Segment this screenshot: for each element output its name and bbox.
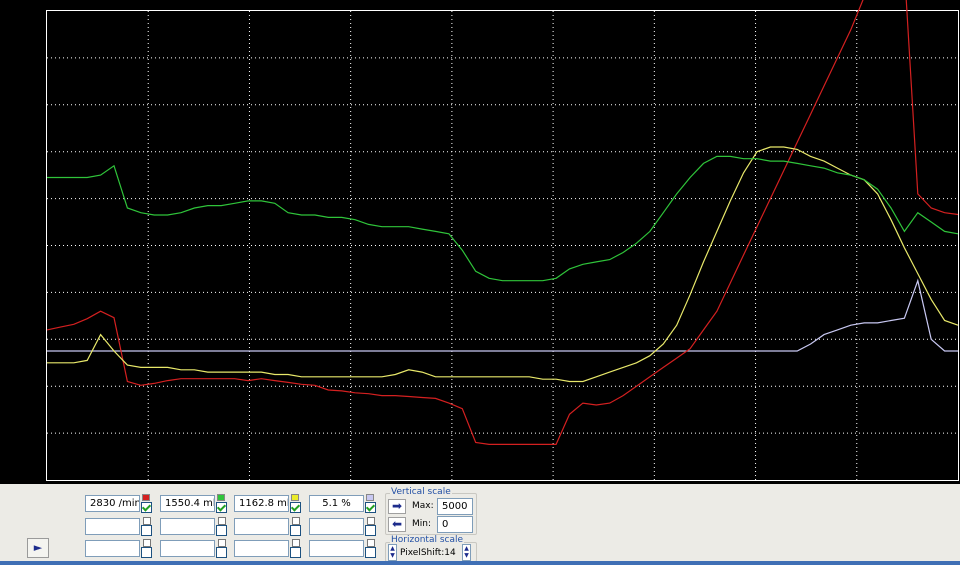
pixelshift-up-icon[interactable]: ▲ ▼ xyxy=(462,544,471,561)
channel-slot-11[interactable] xyxy=(234,540,289,557)
scale-min-arrow-button[interactable]: ⬅ xyxy=(388,517,406,532)
channel-slot-11-color xyxy=(292,539,300,547)
channel-slot-7-color xyxy=(292,517,300,525)
channel-slot-6-color xyxy=(218,517,226,525)
channel-slot-8-checkbox[interactable] xyxy=(365,525,376,536)
channel-green-value: 1550.4 mbar xyxy=(160,495,215,512)
channel-slot-10-checkbox[interactable] xyxy=(216,547,227,558)
axis-label-percent-max: 150 % xyxy=(16,31,42,40)
channel-yellow-color xyxy=(291,494,299,501)
channel-green-color xyxy=(217,494,225,501)
recorder-window: 5000 /min 2500 mbar 2500 mbar 150 % -50 … xyxy=(0,0,960,565)
axis-label-green-min: 500 mbar xyxy=(3,472,42,481)
scale-max-label: Max: xyxy=(412,501,434,511)
channel-speed-value: 2830 /min xyxy=(85,495,140,512)
channel-slot-12[interactable] xyxy=(309,540,364,557)
channel-speed-checkbox[interactable] xyxy=(141,502,152,513)
channel-slot-8[interactable] xyxy=(309,518,364,535)
channel-slot-9-checkbox[interactable] xyxy=(141,547,152,558)
channel-slot-9[interactable] xyxy=(85,540,140,557)
channel-slot-6-checkbox[interactable] xyxy=(216,525,227,536)
scale-min-input[interactable]: 0 xyxy=(437,516,473,533)
channel-percent-color xyxy=(366,494,374,501)
channel-slot-5[interactable] xyxy=(85,518,140,535)
channel-speed-color xyxy=(142,494,150,501)
channel-slot-7[interactable] xyxy=(234,518,289,535)
scale-min-label: Min: xyxy=(412,519,432,529)
channel-percent-value: 5.1 % xyxy=(309,495,364,512)
vertical-scale-title: Vertical scale xyxy=(390,487,452,497)
channel-slot-12-checkbox[interactable] xyxy=(365,547,376,558)
channel-slot-12-color xyxy=(367,539,375,547)
channel-slot-8-color xyxy=(367,517,375,525)
channel-green-checkbox[interactable] xyxy=(216,502,227,513)
play-button[interactable]: ► xyxy=(27,538,49,558)
horizontal-scale-title: Horizontal scale xyxy=(390,535,465,545)
channel-slot-11-checkbox[interactable] xyxy=(290,547,301,558)
control-panel: 2830 /min 1550.4 mbar 1162.8 mbar 5.1 % xyxy=(0,484,960,565)
taskbar-strip xyxy=(0,561,960,565)
scale-max-arrow-button[interactable]: ➡ xyxy=(388,499,406,514)
channel-slot-9-color xyxy=(143,539,151,547)
channel-slot-6[interactable] xyxy=(160,518,215,535)
scale-max-input[interactable]: 5000 xyxy=(437,498,473,515)
channel-slot-10-color xyxy=(218,539,226,547)
channel-slot-5-checkbox[interactable] xyxy=(141,525,152,536)
channel-slot-5-color xyxy=(143,517,151,525)
channel-yellow-checkbox[interactable] xyxy=(290,502,301,513)
pixelshift-value: PixelShift:14 xyxy=(400,548,456,558)
channel-percent-checkbox[interactable] xyxy=(365,502,376,513)
channel-yellow-value: 1162.8 mbar xyxy=(234,495,289,512)
channel-slot-7-checkbox[interactable] xyxy=(290,525,301,536)
channel-slot-10[interactable] xyxy=(160,540,215,557)
plot-area: 5000 /min 2500 mbar 2500 mbar 150 % -50 … xyxy=(0,0,960,484)
pixelshift-down-icon[interactable]: ▲ ▼ xyxy=(388,544,397,561)
line-chart xyxy=(46,0,959,481)
